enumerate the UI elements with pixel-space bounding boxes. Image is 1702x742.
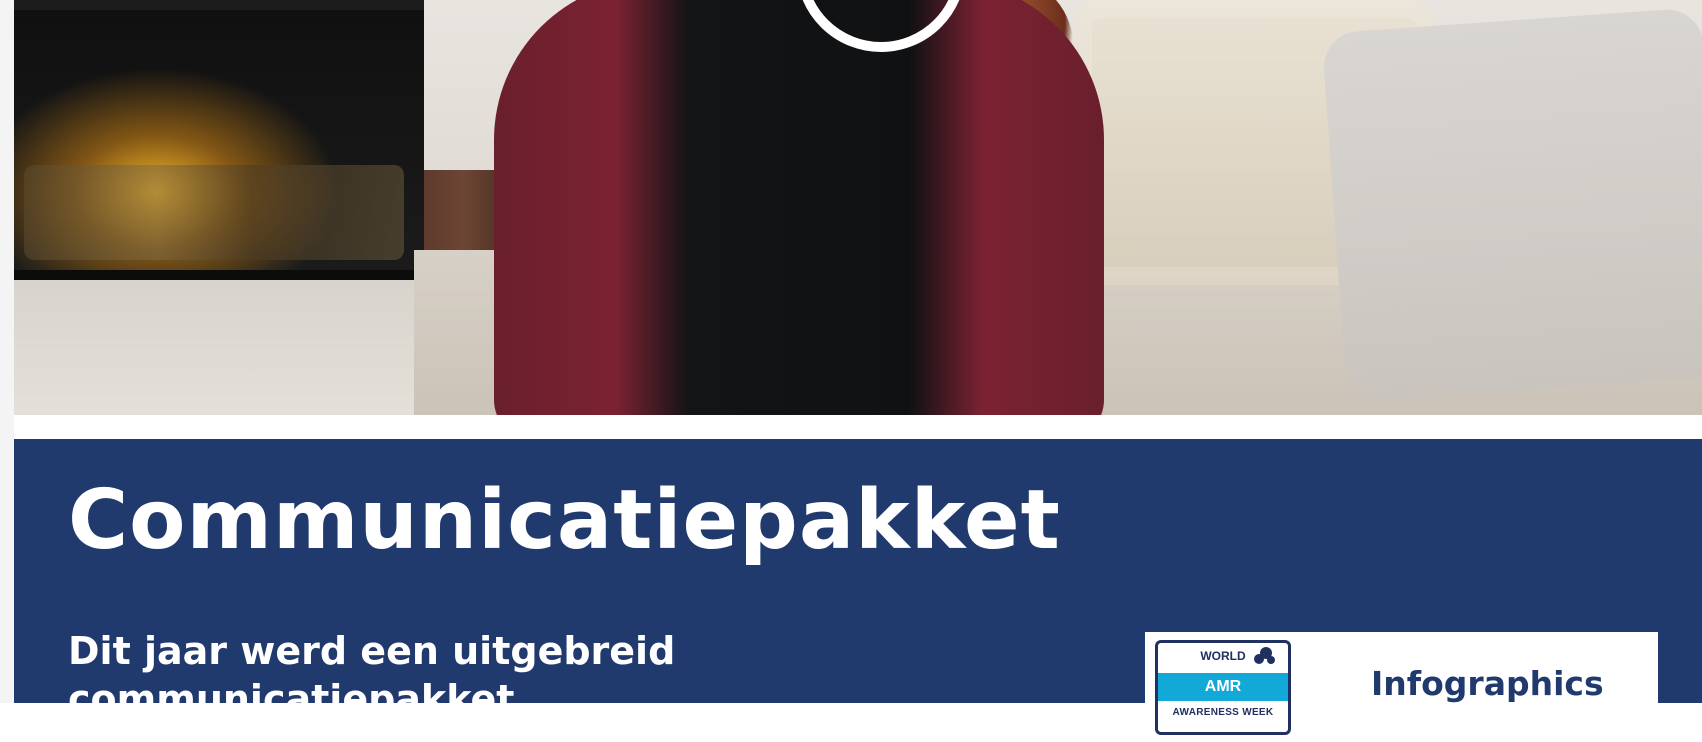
communicatiepakket-section: Communicatiepakket Dit jaar werd een uit… (14, 439, 1702, 742)
section-gap (14, 415, 1702, 439)
infographics-title: Infographics (1371, 664, 1604, 703)
amr-badge-awareness-week: AWARENESS WEEK (1172, 707, 1274, 718)
sofa-pillow-right (1321, 7, 1702, 403)
pills-icon (1254, 647, 1275, 664)
infographics-card[interactable]: WORLD AMR AWARENESS WEEK Infographics (1145, 632, 1658, 742)
video-player[interactable] (14, 0, 1702, 415)
page-left-gutter (0, 0, 14, 703)
section-intro-text: Dit jaar werd een uitgebreid communicati… (68, 629, 676, 721)
fire-logs (24, 165, 404, 260)
video-fireplace (14, 0, 424, 415)
amr-badge-band: AMR (1158, 673, 1288, 701)
section-title: Communicatiepakket (68, 473, 1061, 568)
person-presenter (494, 0, 1104, 415)
world-amr-awareness-week-logo: WORLD AMR AWARENESS WEEK (1155, 640, 1291, 735)
